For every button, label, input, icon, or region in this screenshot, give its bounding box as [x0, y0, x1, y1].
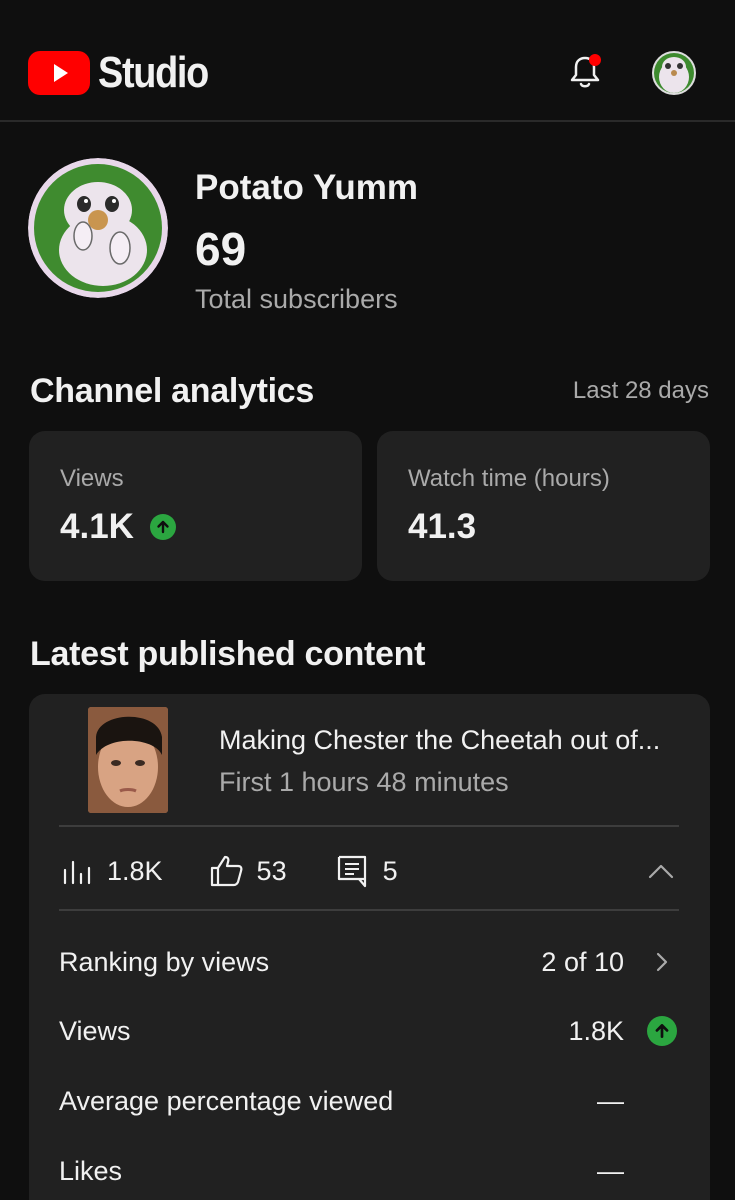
comments-metric: 5 — [335, 853, 398, 889]
chevron-up-icon — [648, 864, 674, 879]
views-metric: 1.8K — [59, 856, 163, 887]
detail-label: Likes — [59, 1155, 123, 1186]
detail-value: — — [597, 1085, 624, 1116]
video-title[interactable]: Making Chester the Cheetah out of... — [219, 725, 689, 756]
views-count: 1.8K — [107, 855, 163, 886]
avg-percentage-row: Average percentage viewed — — [59, 1079, 679, 1123]
latest-content-title: Latest published content — [30, 635, 426, 673]
notifications-button[interactable] — [563, 50, 607, 94]
bell-icon — [570, 54, 601, 88]
views-card[interactable]: Views 4.1K — [29, 431, 362, 581]
youtube-studio-logo[interactable]: Studio — [28, 48, 226, 98]
thumbs-up-icon — [210, 855, 243, 887]
collapse-button[interactable] — [643, 856, 679, 886]
detail-label: Average percentage viewed — [59, 1085, 394, 1116]
comment-icon — [337, 855, 366, 888]
watch-time-value: 41.3 — [408, 507, 477, 546]
logo-text: Studio — [98, 48, 209, 97]
stat-label: Watch time (hours) — [408, 465, 610, 492]
views-row: Views 1.8K — [59, 1009, 679, 1053]
bar-chart-icon — [63, 860, 91, 885]
views-value: 4.1K — [60, 507, 134, 546]
account-avatar[interactable] — [652, 51, 696, 95]
ghost-avatar-icon — [28, 158, 168, 298]
notification-dot — [589, 54, 601, 66]
ghost-avatar-icon — [654, 53, 694, 93]
chevron-right-icon — [647, 947, 677, 977]
watch-time-card[interactable]: Watch time (hours) 41.3 — [377, 431, 710, 581]
detail-value: 2 of 10 — [541, 946, 624, 977]
stat-label: Views — [60, 465, 124, 492]
stat-value: 41.3 — [408, 507, 476, 547]
comments-count: 5 — [382, 855, 398, 886]
detail-label: Views — [59, 1015, 131, 1046]
detail-value: 1.8K — [568, 1015, 624, 1046]
youtube-play-icon — [28, 51, 90, 95]
latest-content-card: Making Chester the Cheetah out of... Fir… — [29, 694, 710, 1200]
likes-count: 53 — [256, 855, 287, 886]
channel-name: Potato Yumm — [195, 168, 419, 207]
ranking-row[interactable]: Ranking by views 2 of 10 — [59, 940, 679, 984]
channel-analytics-title: Channel analytics — [30, 372, 314, 410]
divider — [59, 909, 679, 911]
trend-up-icon — [647, 1016, 677, 1046]
divider — [59, 825, 679, 827]
detail-value: — — [597, 1155, 624, 1186]
video-metrics-row: 1.8K 53 5 — [59, 844, 679, 898]
channel-avatar[interactable] — [28, 158, 168, 298]
trend-up-icon — [149, 514, 176, 540]
stat-value: 4.1K — [60, 507, 176, 547]
subscriber-count: 69 — [195, 223, 247, 275]
video-performance-period: First 1 hours 48 minutes — [219, 767, 509, 797]
top-app-bar: Studio — [0, 0, 735, 122]
detail-label: Ranking by views — [59, 946, 270, 977]
analytics-period: Last 28 days — [572, 377, 709, 404]
video-thumbnail[interactable] — [88, 707, 168, 813]
likes-row: Likes — — [59, 1149, 679, 1193]
subscriber-label: Total subscribers — [195, 284, 398, 314]
likes-metric: 53 — [209, 854, 287, 888]
